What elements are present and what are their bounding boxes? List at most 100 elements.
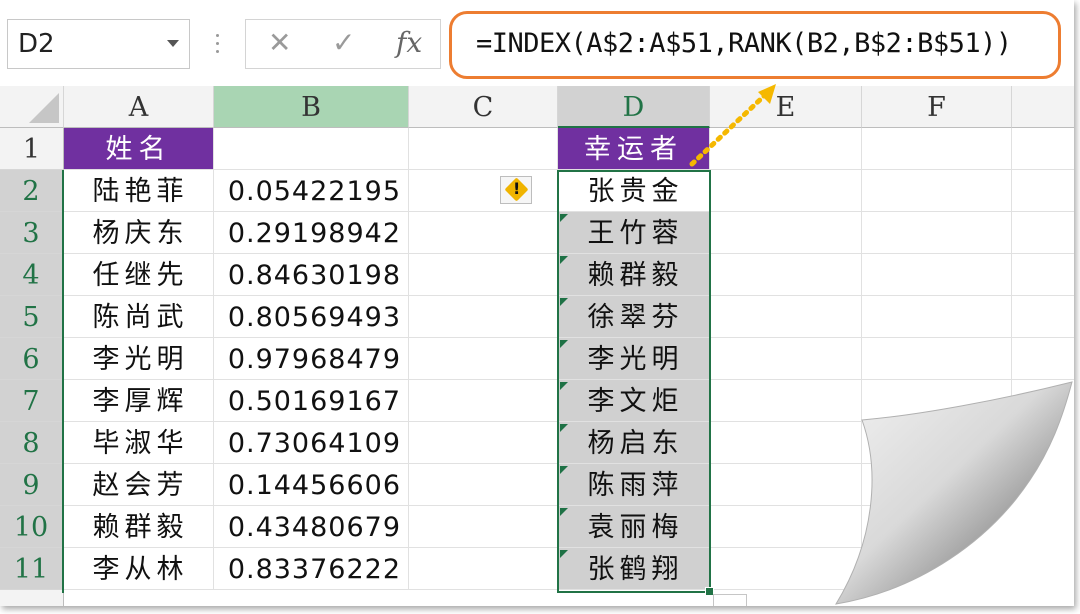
- cell-name[interactable]: 李从林: [64, 548, 214, 590]
- cell-f[interactable]: [862, 506, 1012, 548]
- error-checking-button[interactable]: !: [500, 176, 532, 204]
- cell-random-value[interactable]: 0.84630198: [214, 254, 409, 296]
- cell-c[interactable]: [409, 254, 558, 296]
- cell-c[interactable]: [409, 380, 558, 422]
- cell-name[interactable]: 任继先: [64, 254, 214, 296]
- cell-lucky-name[interactable]: 李光明: [558, 338, 710, 380]
- cell-name[interactable]: 赖群毅: [64, 506, 214, 548]
- row-header[interactable]: 6: [0, 338, 64, 380]
- row-header[interactable]: 8: [0, 422, 64, 464]
- column-header-g[interactable]: [1012, 86, 1074, 128]
- cell-random-value[interactable]: 0.43480679: [214, 506, 409, 548]
- chevron-down-icon[interactable]: [167, 40, 179, 47]
- row-header[interactable]: 3: [0, 212, 64, 254]
- cancel-icon[interactable]: ✕: [268, 26, 291, 59]
- cell-g[interactable]: [1012, 338, 1074, 380]
- cell-e[interactable]: [710, 254, 862, 296]
- cell-f[interactable]: [862, 548, 1012, 590]
- cell-g[interactable]: [1012, 380, 1074, 422]
- cell-lucky-name[interactable]: 陈雨萍: [558, 464, 710, 506]
- cell-f[interactable]: [862, 464, 1012, 506]
- cell-c[interactable]: [409, 422, 558, 464]
- cell-a1-header[interactable]: 姓名: [64, 128, 214, 170]
- cell-g[interactable]: [1012, 548, 1074, 590]
- paste-options-button[interactable]: [713, 594, 747, 606]
- formula-input[interactable]: =INDEX(A$2:A$51,RANK(B2,B$2:B$51)): [449, 11, 1061, 79]
- cell-f1[interactable]: [862, 128, 1012, 170]
- cell-e[interactable]: [710, 296, 862, 338]
- row-header[interactable]: 2: [0, 170, 64, 212]
- cell-f[interactable]: [862, 170, 1012, 212]
- insert-function-button[interactable]: fx: [396, 26, 422, 59]
- cell-f[interactable]: [862, 422, 1012, 464]
- cell-g[interactable]: [1012, 422, 1074, 464]
- cell-e[interactable]: [710, 422, 862, 464]
- column-header-e[interactable]: E: [710, 86, 862, 128]
- cell-g[interactable]: [1012, 464, 1074, 506]
- cell-c[interactable]: [409, 548, 558, 590]
- cell-e[interactable]: [710, 212, 862, 254]
- cell-g[interactable]: [1012, 254, 1074, 296]
- cell-random-value[interactable]: 0.14456606: [214, 464, 409, 506]
- row-header[interactable]: 10: [0, 506, 64, 548]
- cell-g[interactable]: [1012, 296, 1074, 338]
- cell-lucky-name[interactable]: 赖群毅: [558, 254, 710, 296]
- select-all-corner[interactable]: [0, 86, 64, 128]
- cell-g[interactable]: [1012, 212, 1074, 254]
- column-header-b[interactable]: B: [214, 86, 409, 128]
- column-header-a[interactable]: A: [64, 86, 214, 128]
- enter-icon[interactable]: ✓: [332, 26, 355, 59]
- cell-f[interactable]: [862, 254, 1012, 296]
- cell-e[interactable]: [710, 170, 862, 212]
- row-header-partial[interactable]: [0, 590, 64, 606]
- cell-random-value[interactable]: 0.73064109: [214, 422, 409, 464]
- cell-name[interactable]: 陈尚武: [64, 296, 214, 338]
- cell-lucky-name[interactable]: 徐翠芬: [558, 296, 710, 338]
- cell-lucky-name[interactable]: 袁丽梅: [558, 506, 710, 548]
- cell-name[interactable]: 李光明: [64, 338, 214, 380]
- column-header-f[interactable]: F: [862, 86, 1012, 128]
- row-header[interactable]: 9: [0, 464, 64, 506]
- name-box[interactable]: D2: [7, 19, 190, 69]
- cell-c[interactable]: [409, 506, 558, 548]
- cell-e[interactable]: [710, 464, 862, 506]
- cell-random-value[interactable]: 0.05422195: [214, 170, 409, 212]
- cell-name[interactable]: 陆艳菲: [64, 170, 214, 212]
- cell-name[interactable]: 杨庆东: [64, 212, 214, 254]
- cell-e[interactable]: [710, 380, 862, 422]
- row-header[interactable]: 4: [0, 254, 64, 296]
- cell-lucky-name[interactable]: 张贵金: [558, 170, 710, 212]
- row-header[interactable]: 1: [0, 128, 64, 170]
- row-header[interactable]: 5: [0, 296, 64, 338]
- cell-name[interactable]: 毕淑华: [64, 422, 214, 464]
- cell-e[interactable]: [710, 506, 862, 548]
- cell-f[interactable]: [862, 380, 1012, 422]
- row-header[interactable]: 11: [0, 548, 64, 590]
- column-header-d[interactable]: D: [558, 86, 710, 128]
- cell-lucky-name[interactable]: 王竹蓉: [558, 212, 710, 254]
- cell-b1[interactable]: [214, 128, 409, 170]
- cell-f[interactable]: [862, 338, 1012, 380]
- drag-handle-icon[interactable]: [216, 34, 220, 56]
- cell-lucky-name[interactable]: 杨启东: [558, 422, 710, 464]
- row-header[interactable]: 7: [0, 380, 64, 422]
- cell-lucky-name[interactable]: 李文炬: [558, 380, 710, 422]
- cell-c[interactable]: [409, 338, 558, 380]
- cell-random-value[interactable]: 0.83376222: [214, 548, 409, 590]
- cell-c[interactable]: [409, 170, 558, 212]
- cell-c[interactable]: [409, 464, 558, 506]
- cell-e[interactable]: [710, 548, 862, 590]
- cell-f[interactable]: [862, 296, 1012, 338]
- cell-g1[interactable]: [1012, 128, 1074, 170]
- cell-e1[interactable]: [710, 128, 862, 170]
- cell-g[interactable]: [1012, 170, 1074, 212]
- cell-name[interactable]: 李厚辉: [64, 380, 214, 422]
- cell-c[interactable]: [409, 296, 558, 338]
- cell-c[interactable]: [409, 212, 558, 254]
- cell-lucky-name[interactable]: 张鹤翔: [558, 548, 710, 590]
- cell-e[interactable]: [710, 338, 862, 380]
- cell-random-value[interactable]: 0.29198942: [214, 212, 409, 254]
- cell-random-value[interactable]: 0.80569493: [214, 296, 409, 338]
- cell-c1[interactable]: [409, 128, 558, 170]
- cell-random-value[interactable]: 0.50169167: [214, 380, 409, 422]
